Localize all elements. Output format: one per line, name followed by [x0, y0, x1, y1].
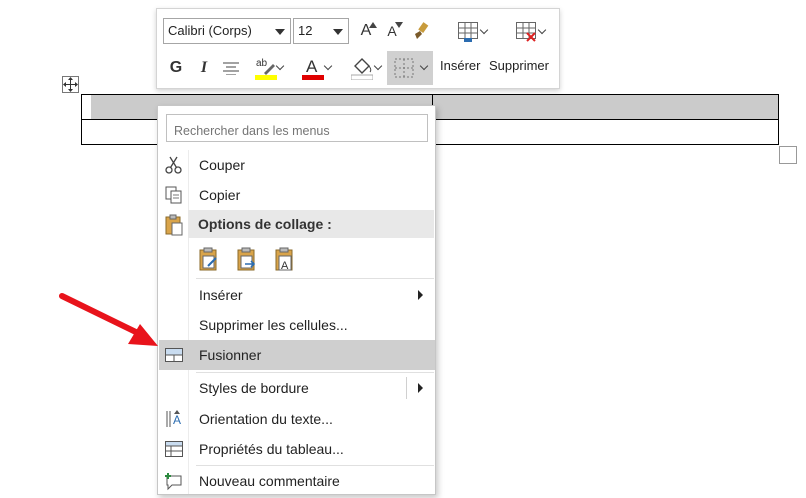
copy-icon — [165, 186, 182, 204]
format-painter-icon — [415, 22, 429, 39]
submenu-arrow-icon — [418, 383, 423, 393]
paste-text-only-icon[interactable]: A — [274, 246, 296, 272]
mini-toolbar: Calibri (Corps) 12 A A G I ab A Insérer … — [156, 8, 560, 89]
new-comment-icon — [165, 473, 182, 491]
clipboard-icon — [165, 214, 183, 236]
insert-table-icon — [458, 22, 478, 42]
paste-merge-formatting-icon[interactable] — [236, 246, 258, 272]
bold-icon: G — [169, 59, 183, 76]
font-name-value: Calibri (Corps) — [168, 23, 252, 38]
scissors-icon — [165, 156, 182, 174]
menu-item-label: Orientation du texte... — [199, 411, 333, 427]
annotation-arrow-icon — [59, 293, 158, 346]
menu-item-new-comment[interactable]: Nouveau commentaire — [159, 466, 435, 496]
menu-item-table-properties[interactable]: Propriétés du tableau... — [159, 434, 435, 464]
menu-item-label: Insérer — [199, 287, 243, 303]
italic-icon: I — [200, 59, 208, 76]
menu-item-label: Copier — [199, 187, 241, 203]
highlight-color-button[interactable]: ab — [247, 53, 285, 83]
font-color-button[interactable]: A — [293, 53, 333, 83]
menu-item-label: Fusionner — [199, 347, 262, 363]
shading-button[interactable] — [341, 53, 383, 83]
table-resize-handle[interactable] — [779, 146, 797, 164]
chevron-down-icon — [537, 25, 547, 35]
menu-item-border-styles[interactable]: Styles de bordure — [159, 373, 435, 403]
selected-cell[interactable] — [433, 95, 778, 119]
font-color-icon: A — [302, 57, 324, 80]
text-direction-icon: A — [166, 410, 181, 427]
paste-keep-formatting-icon[interactable] — [198, 246, 220, 272]
center-align-icon — [223, 62, 239, 75]
caret-up-icon — [369, 22, 377, 28]
chevron-down-icon — [479, 25, 489, 35]
font-size-dropdown[interactable]: 12 — [293, 18, 349, 44]
menu-item-text-direction[interactable]: A Orientation du texte... — [159, 404, 435, 434]
font-size-value: 12 — [298, 23, 313, 38]
split-divider — [406, 377, 407, 399]
svg-text:ab: ab — [256, 58, 268, 69]
grow-font-button[interactable]: A — [355, 18, 377, 44]
menu-item-merge[interactable]: Fusionner — [159, 340, 435, 370]
svg-text:A: A — [306, 57, 318, 76]
menu-item-label: Styles de bordure — [199, 380, 309, 396]
menu-item-insert[interactable]: Insérer — [159, 280, 435, 310]
bold-button[interactable]: G — [165, 55, 187, 81]
shrink-font-button[interactable]: A — [381, 18, 403, 44]
delete-table-icon — [516, 22, 536, 42]
delete-table-button[interactable] — [505, 17, 547, 47]
paste-options-label: Options de collage : — [198, 216, 332, 232]
menu-item-cut[interactable]: Couper — [159, 150, 435, 180]
menu-item-delete-cells[interactable]: Supprimer les cellules... — [159, 310, 435, 340]
borders-icon — [394, 58, 414, 78]
chevron-down-icon — [275, 61, 285, 71]
delete-label[interactable]: Supprimer — [489, 58, 549, 73]
chevron-down-icon — [373, 61, 383, 71]
chevron-down-icon — [333, 29, 343, 35]
paint-bucket-icon — [351, 58, 373, 80]
chevron-down-icon — [419, 61, 429, 71]
submenu-arrow-icon — [418, 290, 423, 300]
svg-text:A: A — [173, 413, 181, 427]
caret-down-icon — [395, 22, 403, 28]
chevron-down-icon — [275, 29, 285, 35]
svg-text:A: A — [281, 260, 289, 272]
menu-item-label: Supprimer les cellules... — [199, 317, 348, 333]
chevron-down-icon — [323, 61, 333, 71]
insert-label[interactable]: Insérer — [440, 58, 480, 73]
insert-table-button[interactable] — [447, 17, 489, 47]
menu-item-label: Propriétés du tableau... — [199, 441, 344, 457]
menu-item-label: Couper — [199, 157, 245, 173]
menu-item-label: Nouveau commentaire — [199, 473, 340, 489]
context-menu: Couper Copier Options de collage : — [157, 105, 436, 495]
italic-button[interactable]: I — [193, 55, 215, 81]
paste-options-header: Options de collage : — [188, 210, 434, 238]
menu-search-input[interactable] — [166, 114, 428, 142]
table-move-handle[interactable] — [62, 76, 79, 93]
format-painter-button[interactable] — [409, 18, 433, 44]
highlighter-icon: ab — [255, 58, 277, 80]
table-properties-icon — [165, 441, 183, 457]
center-align-button[interactable] — [219, 55, 243, 81]
menu-separator — [196, 278, 434, 279]
menu-item-copy[interactable]: Copier — [159, 180, 435, 210]
move-icon — [63, 77, 78, 92]
font-name-dropdown[interactable]: Calibri (Corps) — [163, 18, 291, 44]
borders-button[interactable] — [387, 51, 433, 85]
